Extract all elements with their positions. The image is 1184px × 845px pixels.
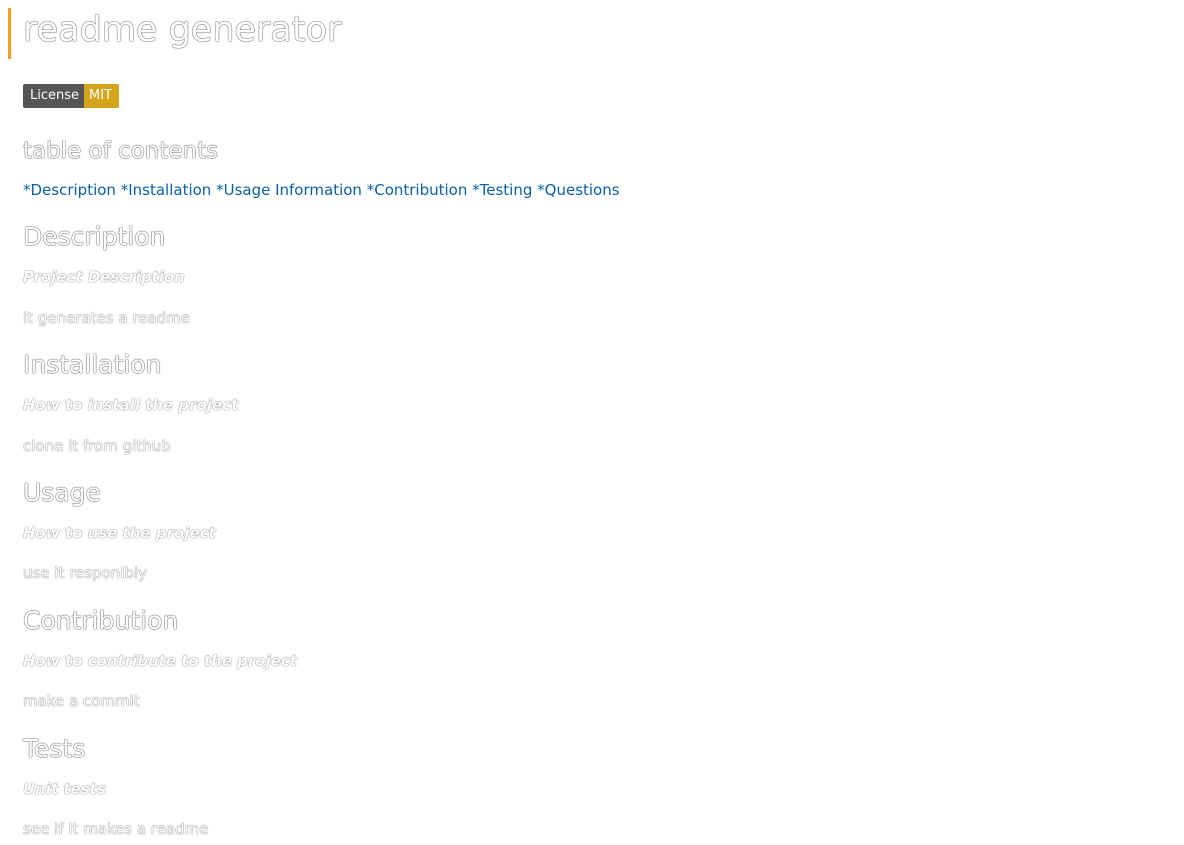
- section-heading-description: Description: [23, 222, 166, 251]
- toc-link-questions[interactable]: *Questions: [537, 181, 619, 199]
- toc-heading: table of contents: [23, 138, 219, 164]
- toc-link-installation[interactable]: *Installation: [121, 181, 212, 199]
- section-subheading-usage: How to use the project: [23, 524, 216, 542]
- toc-link-testing[interactable]: *Testing: [472, 181, 532, 199]
- toc-link-description[interactable]: *Description: [23, 181, 116, 199]
- license-badge-value: MIT: [84, 84, 120, 108]
- license-badge: License MIT: [23, 84, 120, 108]
- section-heading-contribution: Contribution: [23, 606, 179, 635]
- section-subheading-tests: Unit tests: [23, 780, 106, 798]
- readme-page: readme generator License MIT table of co…: [0, 0, 1184, 845]
- toc-link-contribution[interactable]: *Contribution: [367, 181, 468, 199]
- section-subheading-contribution: How to contribute to the project: [23, 652, 297, 670]
- section-body-description: it generates a readme: [23, 309, 190, 327]
- section-heading-usage: Usage: [23, 478, 101, 507]
- section-body-contribution: make a commit: [23, 692, 140, 710]
- section-body-usage: use it responibly: [23, 564, 147, 582]
- section-body-tests: see if it makes a readme: [23, 820, 209, 838]
- page-title: readme generator: [23, 10, 342, 50]
- section-subheading-description: Project Description: [23, 268, 185, 286]
- toc-link-usage[interactable]: *Usage Information: [216, 181, 362, 199]
- title-block: readme generator: [8, 8, 341, 59]
- section-heading-tests: Tests: [23, 734, 86, 763]
- table-of-contents: *Description *Installation *Usage Inform…: [23, 179, 620, 201]
- section-body-installation: clone it from github: [23, 437, 171, 455]
- section-subheading-installation: How to install the project: [23, 396, 239, 414]
- license-badge-label: License: [23, 84, 85, 108]
- section-heading-installation: Installation: [23, 350, 162, 379]
